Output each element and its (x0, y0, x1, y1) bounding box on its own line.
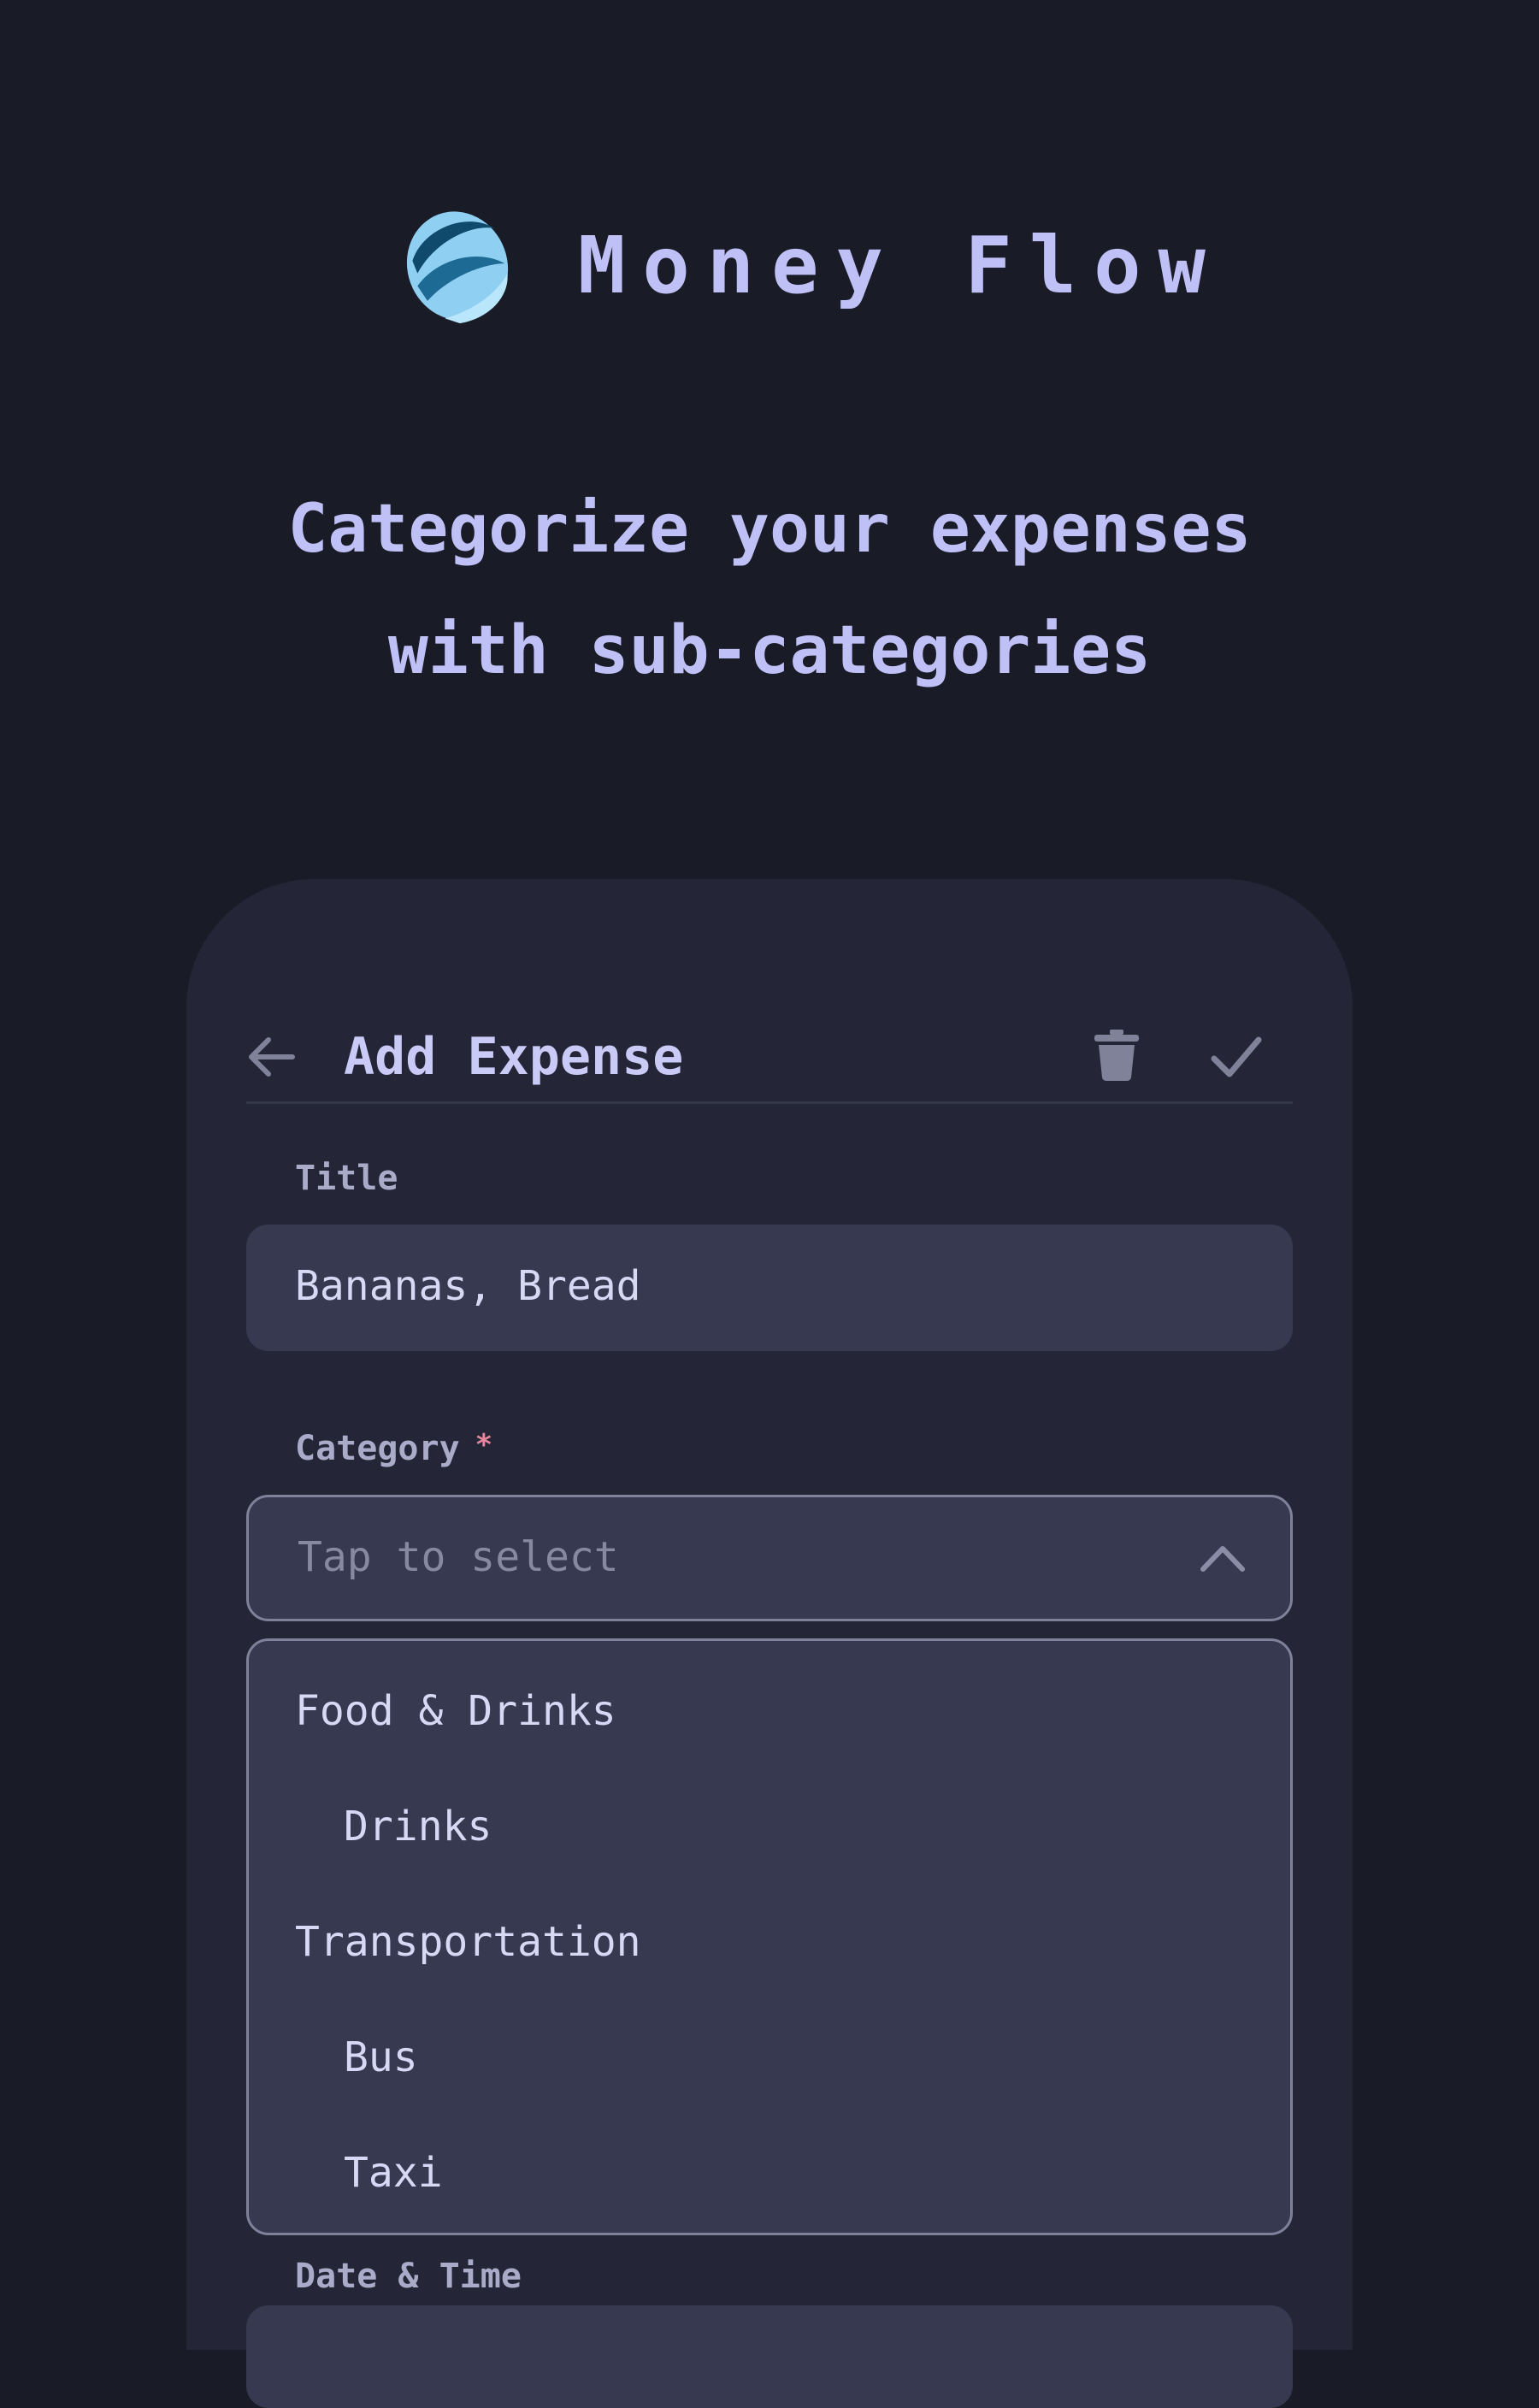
category-select-placeholder: Tap to select (298, 1533, 619, 1581)
trash-icon[interactable] (1093, 1030, 1141, 1081)
category-label-text: Category (295, 1429, 460, 1468)
headline-line-1: Categorize your expenses (287, 491, 1252, 568)
app-name: Money Flow (578, 220, 1223, 311)
required-marker: * (475, 1428, 493, 1462)
category-field-label: Category * (295, 1428, 492, 1469)
category-option-transportation[interactable]: Transportation (295, 1918, 641, 1968)
chevron-up-icon[interactable] (1200, 1543, 1246, 1573)
title-input-value: Bananas, Bread (295, 1262, 641, 1310)
date-time-field-label: Date & Time (295, 2257, 522, 2296)
phone-screen: Add Expense Title Bananas, Bread Categor… (186, 879, 1353, 2408)
arrow-left-icon[interactable] (246, 1031, 298, 1083)
date-time-input[interactable] (246, 2305, 1293, 2408)
category-option-food-drinks[interactable]: Food & Drinks (295, 1687, 616, 1737)
category-select[interactable]: Tap to select (246, 1495, 1293, 1621)
category-option-taxi[interactable]: Taxi (344, 2149, 443, 2198)
check-icon[interactable] (1209, 1033, 1264, 1081)
brand-header: Money Flow (395, 204, 1223, 328)
screen-title: Add Expense (344, 1027, 684, 1087)
category-option-drinks[interactable]: Drinks (344, 1803, 492, 1852)
title-field-label: Title (295, 1159, 398, 1198)
headline-line-2: with sub-categories (387, 612, 1152, 689)
category-dropdown-menu: Food & Drinks Drinks Transportation Bus … (246, 1638, 1293, 2235)
category-option-bus[interactable]: Bus (344, 2033, 418, 2083)
title-input[interactable]: Bananas, Bread (246, 1225, 1293, 1351)
money-flow-logo (406, 211, 509, 324)
top-app-bar: Add Expense (246, 990, 1293, 1104)
headline: Categorize your expenses with sub-catego… (0, 469, 1539, 711)
